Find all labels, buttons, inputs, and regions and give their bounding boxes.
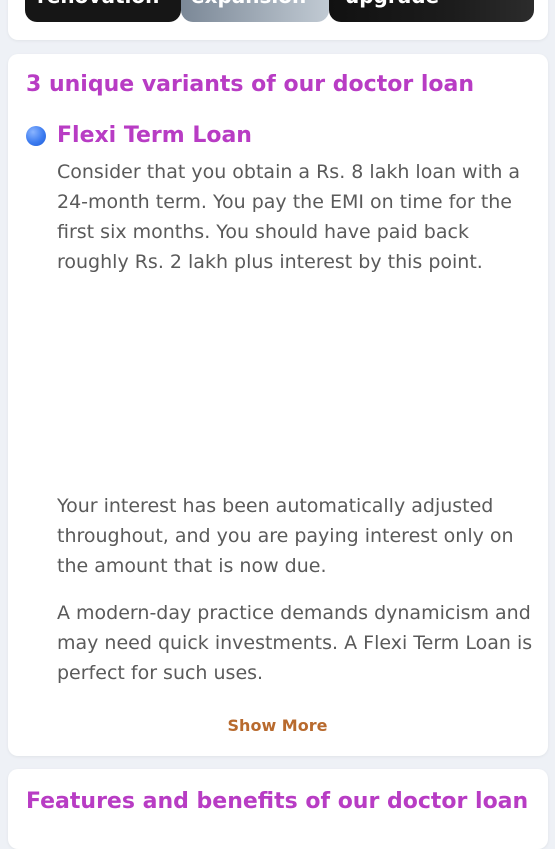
variant-paragraph: Your interest has been automatically adj… <box>57 495 514 577</box>
variants-section-title: 3 unique variants of our doctor loan <box>26 72 475 97</box>
tile-label: upgrade <box>345 0 439 6</box>
blue-dot-icon <box>26 125 46 146</box>
purpose-tiles: renovation expansion upgrade <box>25 0 534 22</box>
variant-title: Flexi Term Loan <box>57 123 252 148</box>
tile-renovation[interactable]: renovation <box>25 0 181 22</box>
variant-paragraph: Consider that you obtain a Rs. 8 lakh lo… <box>57 161 521 273</box>
tile-label: renovation <box>37 0 159 6</box>
show-more-button[interactable]: Show More <box>0 716 555 735</box>
variant-heading: Flexi Term Loan <box>26 123 252 148</box>
tile-expansion[interactable]: expansion <box>181 0 329 22</box>
tile-upgrade[interactable]: upgrade <box>329 0 534 22</box>
tile-label: expansion <box>191 0 306 6</box>
variant-paragraph: A modern-day practice demands dynamicism… <box>57 602 533 684</box>
features-section-title: Features and benefits of our doctor loan <box>26 789 529 814</box>
